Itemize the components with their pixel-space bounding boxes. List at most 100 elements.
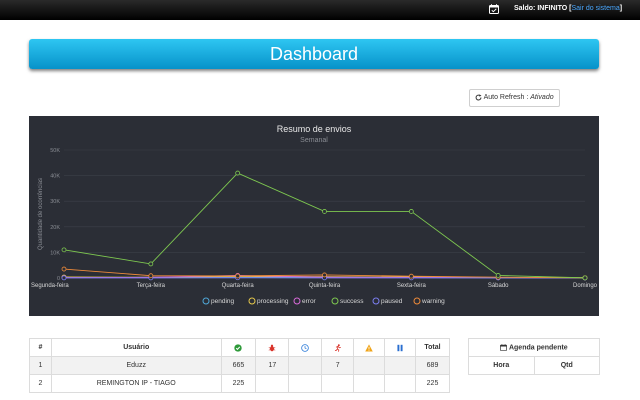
legend-label: processing (257, 298, 289, 305)
legend-item-pending[interactable]: pending (202, 297, 235, 305)
warning-triangle-icon (365, 343, 373, 351)
table-row[interactable]: 1 Eduzz 665 17 7 689 (29, 356, 450, 375)
header-clock[interactable] (288, 338, 323, 357)
series-line-success (63, 172, 586, 279)
chart-y-axis-label: Quantidade de ocorrências (38, 178, 44, 250)
cell-user: Eduzz (50, 356, 222, 375)
y-tick-label: 20K (50, 225, 60, 231)
cell-run (321, 374, 355, 393)
y-tick-label: 30K (50, 199, 60, 205)
logout-link[interactable]: Sair do sistema (571, 5, 619, 12)
chart-subtitle: Semanal (300, 137, 328, 144)
cell-user: REMINGTON IP - TIAGO (50, 374, 222, 393)
y-tick-label: 0 (57, 276, 60, 282)
pause-icon (397, 344, 403, 351)
agenda-header-hora[interactable]: Hora (468, 356, 535, 375)
cell-pause (384, 356, 416, 375)
header-warning[interactable] (353, 338, 386, 357)
table-row[interactable]: 2 REMINGTON IP - TIAGO 225 225 (29, 374, 450, 393)
auto-refresh-label: Auto Refresh : (483, 94, 529, 101)
legend-item-processing[interactable]: processing (248, 297, 289, 305)
saldo-label: Saldo: (514, 5, 536, 12)
calendar-icon (500, 344, 508, 351)
cell-total: 225 (415, 374, 450, 393)
legend-label: paused (381, 298, 403, 305)
data-point-warning (322, 272, 327, 278)
x-tick-label: Quinta-feira (309, 283, 341, 289)
cell-warning (353, 356, 386, 375)
y-tick-label: 50K (50, 148, 60, 154)
data-point-success (61, 247, 67, 253)
legend-label: error (302, 298, 317, 305)
clock-icon (301, 343, 310, 352)
data-point-success (582, 275, 588, 281)
legend-marker (372, 297, 380, 305)
running-person-icon (334, 343, 341, 352)
agenda-title-text: Agenda pendente (508, 344, 568, 352)
x-tick-label: Segunda-feira (31, 283, 69, 289)
check-circle-icon (234, 343, 243, 352)
x-tick-label: Domingo (573, 283, 598, 289)
cell-pause (384, 374, 416, 393)
header-pause[interactable] (384, 338, 416, 357)
agenda-title: Agenda pendente (468, 338, 600, 357)
header-user[interactable]: Usuário (50, 338, 222, 357)
auto-refresh-status: Ativado (530, 94, 554, 101)
legend-item-error[interactable]: error (293, 297, 317, 305)
x-tick-label: Sábado (488, 283, 509, 289)
legend-marker (248, 297, 256, 305)
legend-marker (293, 297, 301, 305)
top-bar: Saldo: INFINITO [Sair do sistema] (0, 0, 640, 20)
legend-item-paused[interactable]: paused (372, 297, 403, 305)
header-num: # (29, 338, 52, 357)
cell-bug (255, 374, 290, 393)
x-tick-label: Sexta-feira (397, 283, 427, 289)
calendar-check-icon[interactable] (489, 4, 499, 14)
header-success[interactable] (220, 338, 257, 357)
x-tick-label: Terça-feira (137, 283, 166, 289)
legend-marker (413, 297, 421, 305)
chart-title: Resumo de envios (277, 124, 352, 134)
users-table-header: # Usuário Total (29, 338, 450, 357)
agenda-header-qtd[interactable]: Qtd (533, 356, 601, 375)
cell-run: 7 (321, 356, 355, 375)
auto-refresh-button[interactable]: Auto Refresh : Ativado (469, 89, 560, 107)
data-point-warning (148, 273, 154, 279)
cell-clock (288, 374, 323, 393)
saldo-info: Saldo: INFINITO [Sair do sistema] (514, 5, 622, 12)
cell-success: 665 (220, 356, 257, 375)
cell-num: 1 (29, 356, 52, 375)
dashboard-banner: Dashboard (29, 39, 599, 69)
header-total[interactable]: Total (415, 338, 450, 357)
data-point-success (235, 170, 241, 176)
y-tick-label: 10K (50, 250, 60, 256)
cell-clock (288, 356, 323, 375)
legend-item-warning[interactable]: warning (413, 297, 445, 305)
agenda-table: Agenda pendente Hora Qtd (468, 338, 601, 375)
header-bug[interactable] (255, 338, 290, 357)
cell-num: 2 (29, 374, 52, 393)
cell-total: 689 (415, 356, 450, 375)
saldo-value: INFINITO (537, 5, 568, 12)
header-run[interactable] (321, 338, 355, 357)
legend-item-success[interactable]: success (331, 297, 364, 305)
users-table: # Usuário Total 1 Eduzz 665 17 7 689 2 R… (29, 338, 450, 393)
legend-marker (202, 297, 210, 305)
legend-marker (331, 297, 339, 305)
data-point-success (148, 261, 154, 267)
page-title: Dashboard (269, 44, 359, 64)
bug-icon (269, 344, 276, 351)
data-point-success (408, 209, 414, 214)
data-point-warning (61, 266, 67, 272)
cell-success: 225 (220, 374, 257, 393)
agenda-header-row: Hora Qtd (468, 356, 601, 375)
agenda-title-row: Agenda pendente (468, 338, 600, 357)
legend-label: success (340, 298, 364, 305)
x-tick-label: Quarta-feira (222, 283, 255, 289)
y-tick-label: 40K (50, 174, 60, 180)
chart-canvas: Resumo de envios Semanal Quantidade de o… (31, 124, 598, 305)
legend-label: pending (211, 298, 235, 305)
cell-warning (353, 374, 386, 393)
data-point-paused (61, 275, 67, 281)
data-point-warning (235, 273, 241, 279)
